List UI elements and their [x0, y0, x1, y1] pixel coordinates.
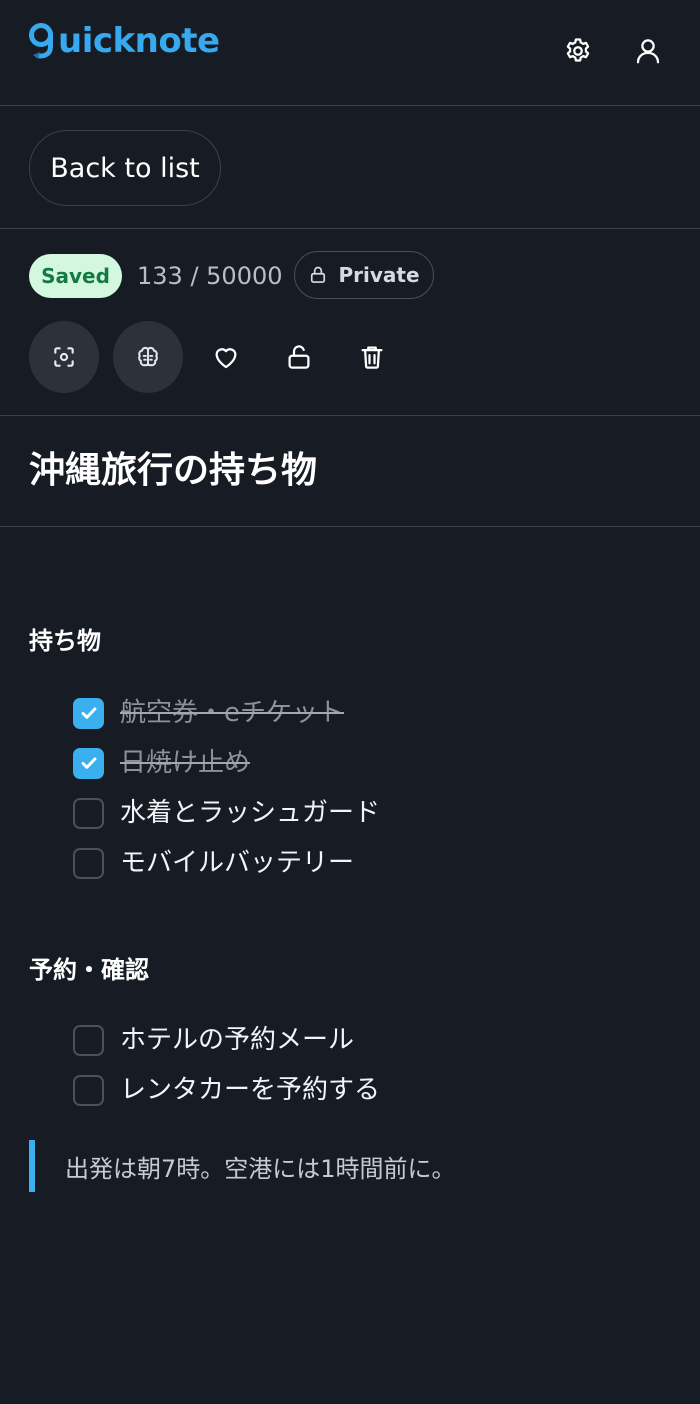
back-row: Back to list	[0, 106, 700, 229]
note-title-row: 沖縄旅行の持ち物	[0, 416, 700, 527]
delete-button[interactable]	[354, 339, 390, 375]
unlock-button[interactable]	[281, 339, 317, 375]
checklist-item-text: 水着とラッシュガード	[120, 798, 381, 828]
character-count: 133 / 50000	[137, 262, 283, 290]
section-heading: 持ち物	[29, 627, 101, 655]
heart-icon	[215, 348, 237, 369]
checklist-item[interactable]: 航空券・eチケット	[73, 693, 344, 733]
note-editor-page: uicknote Back to list Saved 133 / 50000	[0, 0, 700, 1404]
lock-icon	[311, 266, 326, 283]
checklist-item-text: モバイルバッテリー	[120, 848, 355, 878]
checklist-item[interactable]: モバイルバッテリー	[73, 843, 354, 883]
checkbox-unchecked[interactable]	[73, 1074, 104, 1106]
blockquote-text: 出発は朝7時。空港には1時間前に。	[65, 1154, 456, 1183]
note-blockquote: 出発は朝7時。空港には1時間前に。	[29, 1140, 669, 1192]
app-header: uicknote	[0, 0, 700, 106]
checkbox-unchecked[interactable]	[73, 847, 104, 879]
privacy-label: Private	[338, 263, 420, 287]
check-icon	[81, 757, 96, 769]
logo-q-icon	[29, 23, 53, 59]
user-icon	[636, 39, 660, 64]
section-heading: 予約・確認	[29, 956, 149, 984]
checklist-item-text: 航空券・eチケット	[120, 698, 344, 728]
checklist-item-text: レンタカーを予約する	[120, 1075, 381, 1105]
favorite-button[interactable]	[208, 339, 244, 375]
back-to-list-button[interactable]: Back to list	[29, 130, 221, 206]
ai-assist-button[interactable]	[113, 321, 183, 393]
focus-icon	[54, 347, 74, 367]
unlock-icon	[288, 345, 310, 369]
logo-text: uicknote	[58, 21, 220, 61]
focus-mode-button[interactable]	[29, 321, 99, 393]
checkbox-unchecked[interactable]	[73, 797, 104, 829]
checkbox-checked[interactable]	[73, 747, 104, 779]
trash-icon	[361, 346, 383, 369]
checklist-item[interactable]: 日焼け止め	[73, 743, 250, 783]
account-button[interactable]	[631, 34, 665, 68]
check-icon	[81, 707, 96, 719]
checklist-item[interactable]: 水着とラッシュガード	[73, 793, 380, 833]
checklist-item-text: 日焼け止め	[120, 748, 251, 778]
settings-button[interactable]	[561, 34, 595, 68]
checklist-item-text: ホテルの予約メール	[120, 1025, 355, 1055]
checklist-item[interactable]: ホテルの予約メール	[73, 1020, 354, 1060]
checkbox-checked[interactable]	[73, 697, 104, 729]
quicknote-logo[interactable]: uicknote	[28, 22, 220, 60]
brain-icon	[138, 346, 158, 367]
save-status-badge: Saved	[29, 254, 122, 298]
note-title[interactable]: 沖縄旅行の持ち物	[29, 448, 317, 494]
note-toolbar: Saved 133 / 50000 Private	[0, 229, 700, 416]
checklist-item[interactable]: レンタカーを予約する	[73, 1070, 380, 1110]
checkbox-unchecked[interactable]	[73, 1024, 104, 1056]
privacy-toggle-button[interactable]: Private	[294, 251, 434, 299]
gear-icon	[566, 38, 590, 62]
